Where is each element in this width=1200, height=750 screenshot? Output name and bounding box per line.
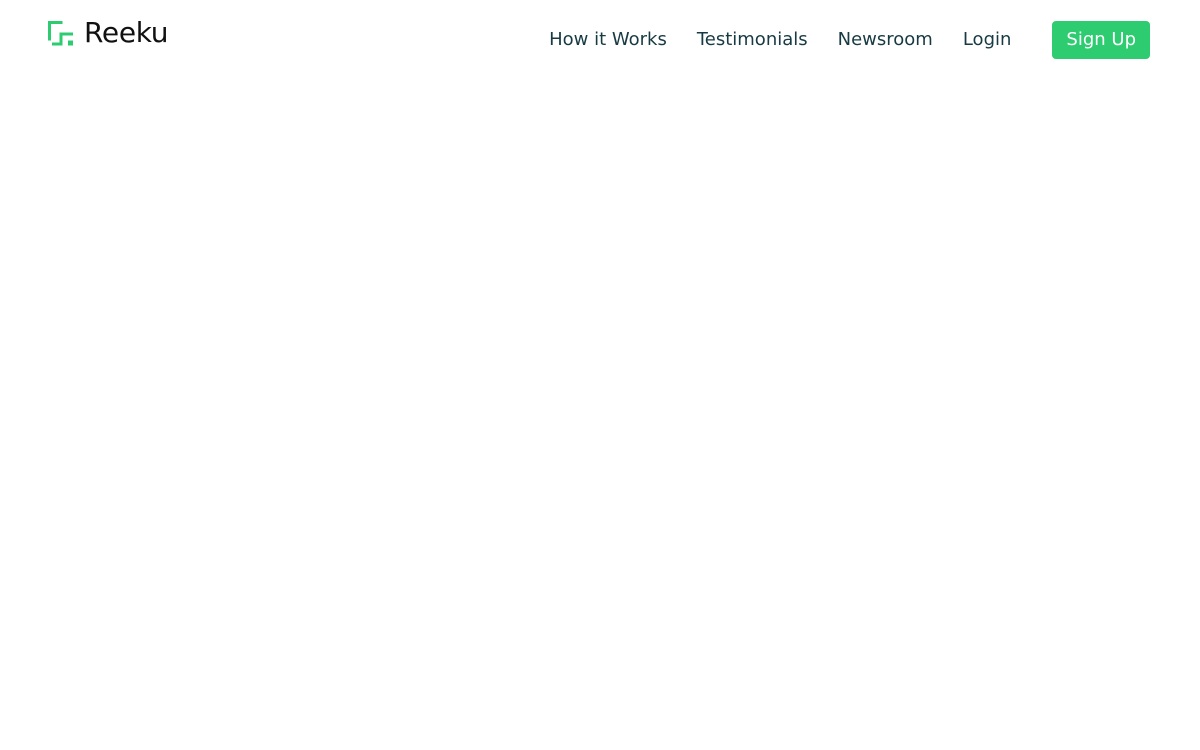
sign-up-button[interactable]: Sign Up	[1052, 20, 1150, 59]
nav-link-newsroom[interactable]: Newsroom	[838, 20, 933, 59]
main-content-area	[0, 78, 1200, 750]
brand-name: Reeku	[84, 16, 169, 49]
navbar: Reeku How it Works Testimonials Newsroom…	[0, 0, 1200, 78]
primary-nav: How it Works Testimonials Newsroom Login…	[549, 20, 1150, 59]
reeku-logo-icon	[48, 20, 73, 45]
landing-page: Reeku How it Works Testimonials Newsroom…	[0, 0, 1200, 750]
nav-link-testimonials[interactable]: Testimonials	[697, 20, 808, 59]
nav-link-how-it-works[interactable]: How it Works	[549, 20, 667, 59]
nav-link-login[interactable]: Login	[963, 20, 1012, 59]
brand-home-link[interactable]: Reeku	[48, 16, 169, 50]
